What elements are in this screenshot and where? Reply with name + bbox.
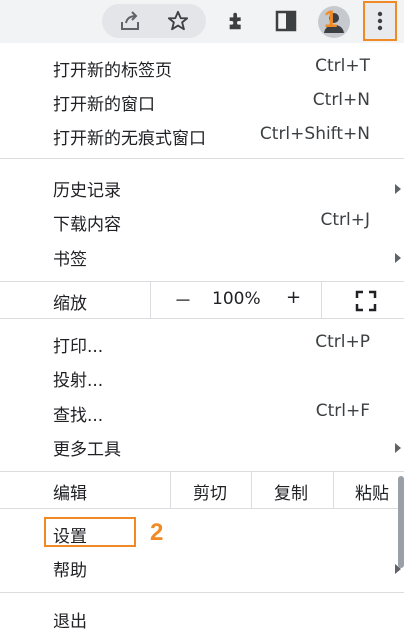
divider: [251, 472, 252, 508]
divider: [321, 282, 322, 318]
submenu-arrow-icon: [395, 184, 401, 194]
menu-item-label: 打开新的标签页: [53, 61, 172, 81]
menu-item-label: 投射...: [53, 371, 104, 391]
divider: [150, 282, 151, 318]
menu-separator: [0, 318, 404, 319]
menu-item-new-incognito-window[interactable]: 打开新的无痕式窗口 Ctrl+Shift+N: [0, 119, 404, 153]
annotation-number-2: 2: [150, 519, 164, 546]
menu-item-bookmarks[interactable]: 书签: [0, 240, 404, 274]
menu-item-shortcut: Ctrl+F: [315, 401, 370, 421]
menu-item-cast[interactable]: 投射...: [0, 361, 404, 395]
menu-item-shortcut: Ctrl+T: [315, 56, 370, 76]
browser-toolbar: 1: [0, 0, 404, 43]
zoom-in-button[interactable]: +: [286, 287, 301, 308]
menu-separator: [0, 592, 404, 593]
chrome-main-menu: 打开新的标签页 Ctrl+T 打开新的窗口 Ctrl+N 打开新的无痕式窗口 C…: [0, 43, 404, 641]
more-menu-icon: [377, 11, 383, 31]
scrollbar[interactable]: [398, 476, 404, 568]
menu-item-exit[interactable]: 退出: [0, 602, 404, 636]
menu-item-label: 历史记录: [53, 181, 121, 201]
menu-item-shortcut: Ctrl+Shift+N: [259, 124, 370, 144]
fullscreen-icon[interactable]: [355, 290, 377, 317]
menu-item-new-tab[interactable]: 打开新的标签页 Ctrl+T: [0, 51, 404, 85]
menu-item-label: 查找...: [53, 406, 104, 426]
menu-item-shortcut: Ctrl+N: [312, 90, 370, 110]
divider: [170, 472, 171, 508]
menu-item-print[interactable]: 打印... Ctrl+P: [0, 327, 404, 361]
settings-highlight-box: [44, 517, 136, 547]
extensions-icon[interactable]: [223, 7, 251, 35]
zoom-value: 100%: [212, 289, 261, 309]
menu-item-label: 打开新的无痕式窗口: [53, 129, 206, 149]
menu-item-label: 打开新的窗口: [53, 95, 155, 115]
menu-separator: [0, 158, 404, 159]
menu-item-label: 更多工具: [53, 440, 121, 460]
annotation-number-1: 1: [324, 6, 338, 33]
edit-label: 编辑: [53, 484, 87, 504]
menu-item-more-tools[interactable]: 更多工具: [0, 430, 404, 464]
zoom-out-button[interactable]: －: [174, 287, 192, 313]
menu-item-label: 帮助: [53, 561, 87, 581]
menu-item-find[interactable]: 查找... Ctrl+F: [0, 396, 404, 430]
menu-item-label: 打印...: [53, 337, 104, 357]
menu-item-help[interactable]: 帮助: [0, 551, 404, 585]
submenu-arrow-icon: [395, 443, 401, 453]
share-icon[interactable]: [116, 7, 144, 35]
menu-separator: [0, 508, 404, 509]
menu-item-label: 书签: [53, 250, 87, 270]
paste-button[interactable]: 粘贴: [355, 479, 389, 504]
menu-item-label: 下载内容: [53, 215, 121, 235]
menu-item-downloads[interactable]: 下载内容 Ctrl+J: [0, 205, 404, 239]
menu-item-label: 退出: [53, 612, 87, 632]
star-icon[interactable]: [164, 7, 192, 35]
edit-row: 编辑 剪切 复制 粘贴: [0, 472, 404, 508]
side-panel-icon[interactable]: [272, 7, 300, 35]
zoom-row: 缩放 － 100% +: [0, 282, 404, 318]
copy-button[interactable]: 复制: [274, 479, 308, 504]
more-menu-button[interactable]: [363, 1, 397, 41]
menu-item-shortcut: Ctrl+P: [315, 332, 370, 352]
divider: [333, 472, 334, 508]
menu-item-history[interactable]: 历史记录: [0, 171, 404, 205]
zoom-label: 缩放: [53, 294, 87, 314]
cut-button[interactable]: 剪切: [193, 479, 227, 504]
menu-item-new-window[interactable]: 打开新的窗口 Ctrl+N: [0, 85, 404, 119]
submenu-arrow-icon: [395, 253, 401, 263]
menu-item-shortcut: Ctrl+J: [320, 210, 370, 230]
